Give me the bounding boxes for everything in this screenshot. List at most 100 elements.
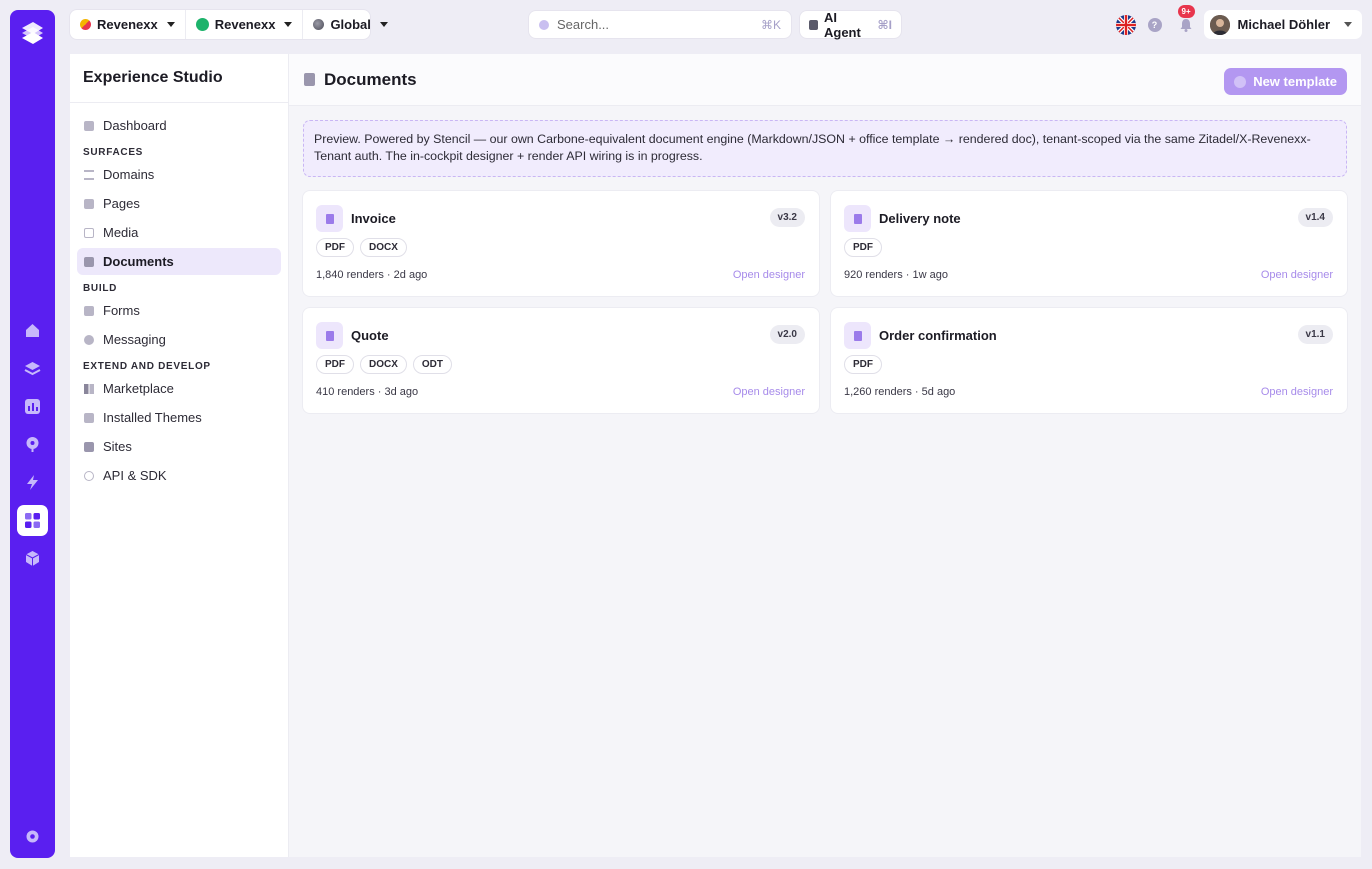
template-name: Quote (351, 328, 389, 343)
sidebar-section-extend: EXTEND AND DEVELOP (83, 361, 211, 372)
ai-agent-button[interactable]: AI Agent ⌘I (800, 9, 901, 40)
analytics-icon[interactable] (17, 391, 48, 422)
layers-icon[interactable] (17, 353, 48, 384)
ai-agent-label: AI Agent (823, 9, 861, 40)
sidebar-item-label: Documents (103, 254, 174, 269)
sidebar-item-installed-themes[interactable]: Installed Themes (77, 404, 281, 431)
pages-icon (84, 198, 94, 209)
open-designer-link[interactable]: Open designer (1261, 269, 1333, 281)
sidebar-title: Experience Studio (70, 54, 288, 103)
global-search[interactable]: ⌘K (529, 11, 791, 38)
tenant-switcher[interactable]: Revenexx (186, 10, 304, 39)
format-tags: PDF DOCX ODT (316, 355, 453, 374)
organization-label: Revenexx (97, 17, 158, 32)
version-badge: v1.1 (1297, 325, 1333, 344)
messaging-icon (84, 334, 94, 345)
search-input[interactable] (557, 17, 753, 32)
template-name: Order confirmation (879, 328, 997, 343)
open-designer-link[interactable]: Open designer (1261, 386, 1333, 398)
sidebar-item-label: Marketplace (103, 381, 174, 396)
format-tags: PDF DOCX (316, 238, 407, 257)
forms-icon (84, 305, 94, 316)
sidebar-item-label: Domains (103, 167, 155, 182)
dashboard-icon (84, 120, 94, 131)
sidebar-item-media[interactable]: Media (77, 219, 281, 246)
home-icon[interactable] (17, 315, 48, 346)
sidebar-item-messaging[interactable]: Messaging (77, 326, 281, 353)
sidebar-item-documents[interactable]: Documents (77, 248, 281, 275)
user-menu[interactable]: Michael Döhler (1203, 10, 1362, 39)
chevron-down-icon (284, 22, 293, 27)
lightning-icon[interactable] (17, 467, 48, 498)
sidebar-item-forms[interactable]: Forms (77, 297, 281, 324)
organization-switcher[interactable]: Revenexx (70, 10, 186, 39)
marketplace-icon (84, 383, 94, 394)
ai-agent-icon (809, 19, 818, 30)
sidebar-item-label: Sites (103, 439, 132, 454)
format-tags: PDF (844, 238, 882, 257)
format-tag: PDF (844, 238, 882, 257)
version-badge: v2.0 (769, 325, 805, 344)
chevron-down-icon (166, 22, 175, 27)
region-switcher[interactable]: Global (303, 10, 397, 39)
notifications-bell-icon[interactable]: 9+ (1177, 4, 1195, 33)
render-stats: 410 renders · 3d ago (316, 386, 419, 398)
format-tag: DOCX (360, 355, 407, 374)
themes-icon (84, 412, 94, 423)
open-designer-link[interactable]: Open designer (733, 386, 805, 398)
ai-agent-shortcut: ⌘I (877, 17, 892, 32)
app-rail (10, 10, 55, 858)
sidebar-item-domains[interactable]: Domains (77, 161, 281, 188)
main-content: Documents New template Preview. Powered … (289, 54, 1361, 857)
domains-icon (84, 169, 94, 180)
top-bar: Revenexx Revenexx Global ⌘K AI Agent ⌘I (70, 4, 1362, 40)
sidebar-item-label: Installed Themes (103, 410, 202, 425)
sidebar-item-label: Pages (103, 196, 140, 211)
document-icon (316, 322, 343, 349)
template-card-delivery-note[interactable]: Delivery note v1.4 PDF 920 renders · 1w … (831, 191, 1347, 296)
notification-count-badge: 9+ (1177, 4, 1195, 18)
avatar (1209, 14, 1230, 35)
experience-studio-icon[interactable] (17, 505, 48, 536)
render-stats: 1,840 renders · 2d ago (316, 269, 428, 281)
help-icon[interactable]: ? (1147, 17, 1162, 32)
region-label: Global (330, 17, 371, 32)
sidebar-item-marketplace[interactable]: Marketplace (77, 375, 281, 402)
format-tag: ODT (412, 355, 453, 374)
sidebar-section-surfaces: SURFACES (83, 147, 144, 158)
revenexx-logo-icon (80, 19, 91, 30)
settings-gear-icon[interactable] (17, 821, 48, 852)
app-logo-icon[interactable] (19, 20, 46, 47)
location-icon[interactable] (17, 429, 48, 460)
sidebar-section-build: BUILD (83, 283, 118, 294)
preview-notice: Preview. Powered by Stencil — our own Ca… (303, 120, 1347, 177)
format-tag: PDF (316, 238, 354, 257)
sidebar-item-api-sdk[interactable]: API & SDK (77, 462, 281, 489)
sidebar-nav: Dashboard SURFACES Domains Pages Media D… (70, 103, 288, 489)
chevron-down-icon (1344, 22, 1352, 27)
template-name: Invoice (351, 211, 396, 226)
cube-icon[interactable] (17, 543, 48, 574)
sidebar-item-dashboard[interactable]: Dashboard (77, 112, 281, 139)
template-card-invoice[interactable]: Invoice v3.2 PDF DOCX 1,840 renders · 2d… (303, 191, 819, 296)
document-icon (844, 205, 871, 232)
plus-icon (1234, 75, 1247, 88)
globe-icon (313, 19, 325, 30)
user-name: Michael Döhler (1237, 17, 1330, 32)
uk-flag-icon[interactable] (1115, 14, 1136, 35)
render-stats: 1,260 renders · 5d ago (844, 386, 956, 398)
sidebar-item-pages[interactable]: Pages (77, 190, 281, 217)
tenant-label: Revenexx (214, 17, 276, 32)
template-card-quote[interactable]: Quote v2.0 PDF DOCX ODT 410 renders · 3d… (303, 308, 819, 413)
search-icon (539, 19, 549, 30)
sites-icon (84, 441, 94, 452)
template-card-order-confirmation[interactable]: Order confirmation v1.1 PDF 1,260 render… (831, 308, 1347, 413)
chevron-down-icon (379, 22, 388, 27)
top-right-actions: ? 9+ Michael Döhler (1115, 4, 1362, 39)
sidebar-item-label: Media (103, 225, 139, 240)
new-template-button[interactable]: New template (1224, 68, 1347, 95)
render-stats: 920 renders · 1w ago (844, 269, 948, 281)
open-designer-link[interactable]: Open designer (733, 269, 805, 281)
api-icon (84, 470, 94, 481)
sidebar-item-sites[interactable]: Sites (77, 433, 281, 460)
